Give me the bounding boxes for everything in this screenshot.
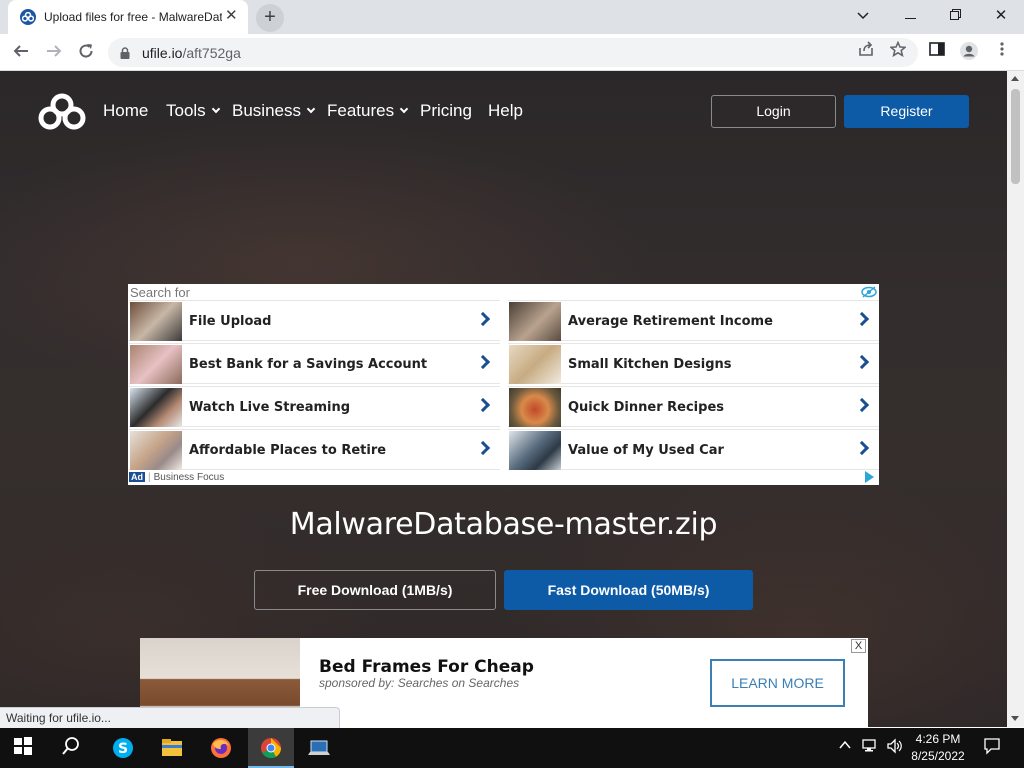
tab-title: Upload files for free - MalwareDatabase	[44, 10, 222, 24]
scroll-down-arrow-icon[interactable]	[1011, 716, 1019, 721]
chevron-right-icon	[854, 311, 870, 327]
ad-close-icon[interactable]: X	[851, 639, 866, 653]
chevron-right-icon	[475, 440, 491, 456]
ad-tag: Ad	[129, 472, 145, 482]
ad-search-for-label: Search for	[130, 285, 190, 300]
share-icon[interactable]	[855, 41, 877, 63]
firefox-icon[interactable]	[209, 736, 233, 760]
ad-thumbnail	[130, 388, 182, 427]
ad-thumbnail	[509, 388, 561, 427]
chevron-right-icon	[854, 397, 870, 413]
address-bar[interactable]: ufile.io/aft752ga	[108, 38, 918, 67]
tab-close-icon[interactable]: ✕	[225, 8, 238, 24]
site-favicon-icon	[20, 9, 36, 25]
ad-thumbnail	[509, 302, 561, 341]
browser-titlebar: Upload files for free - MalwareDatabase …	[0, 0, 1024, 34]
status-bubble: Waiting for ufile.io...	[0, 707, 340, 728]
nav-pricing[interactable]: Pricing	[420, 101, 472, 121]
ad-footer: Ad | Business Focus	[129, 472, 225, 483]
free-download-button[interactable]: Free Download (1MB/s)	[254, 570, 496, 610]
windows-taskbar: S 4:26 PM 8/25/2022	[0, 728, 1024, 768]
restore-button[interactable]	[942, 5, 968, 27]
ad-play-icon[interactable]	[865, 471, 874, 483]
show-hidden-icons-chevron-icon[interactable]	[838, 738, 862, 762]
chevron-right-icon	[854, 440, 870, 456]
page-scrollbar[interactable]	[1007, 71, 1024, 727]
volume-icon[interactable]	[886, 738, 910, 762]
file-explorer-icon[interactable]	[160, 736, 184, 760]
reload-icon[interactable]	[74, 41, 98, 65]
nav-features[interactable]: Features	[327, 101, 409, 121]
search-ad-block: Search for File Upload Average Retiremen…	[128, 284, 879, 485]
ad-link-item[interactable]: Quick Dinner Recipes	[508, 386, 879, 427]
ad-thumbnail	[130, 302, 182, 341]
ad-link-item[interactable]: Small Kitchen Designs	[508, 343, 879, 384]
chevron-down-icon	[399, 104, 409, 114]
chrome-icon[interactable]	[259, 736, 283, 760]
chevron-right-icon	[475, 397, 491, 413]
new-tab-button[interactable]: +	[256, 4, 284, 32]
ad-sponsor: sponsored by: Searches on Searches	[319, 676, 520, 690]
ad-link-item[interactable]: Average Retirement Income	[508, 300, 879, 341]
chevron-right-icon	[854, 354, 870, 370]
ad-link-item[interactable]: Best Bank for a Savings Account	[129, 343, 500, 384]
minimize-button[interactable]	[897, 5, 923, 27]
laptop-app-icon[interactable]	[307, 736, 331, 760]
network-icon[interactable]	[862, 738, 886, 762]
ad-headline[interactable]: Bed Frames For Cheap	[319, 657, 534, 677]
ad-thumbnail	[130, 431, 182, 470]
url-text: ufile.io/aft752ga	[142, 45, 241, 61]
window-close-button[interactable]: ✕	[988, 5, 1014, 27]
ad-advertiser[interactable]: Business Focus	[154, 472, 225, 483]
site-logo-icon[interactable]	[38, 93, 86, 131]
bookmark-star-icon[interactable]	[887, 40, 909, 63]
learn-more-button[interactable]: LEARN MORE	[710, 659, 845, 707]
ad-link-item[interactable]: File Upload	[129, 300, 500, 341]
side-panel-icon[interactable]	[926, 41, 948, 63]
login-button[interactable]: Login	[711, 95, 836, 128]
ad-link-item[interactable]: Value of My Used Car	[508, 429, 879, 470]
clock-time[interactable]: 4:26 PM	[913, 732, 963, 746]
search-icon[interactable]	[61, 736, 85, 760]
tab-search-chevron-icon[interactable]	[850, 5, 876, 27]
scroll-up-arrow-icon[interactable]	[1011, 76, 1019, 81]
forward-arrow-icon[interactable]	[42, 41, 66, 65]
fast-download-button[interactable]: Fast Download (50MB/s)	[504, 570, 753, 610]
chevron-down-icon	[211, 104, 220, 114]
chevron-right-icon	[475, 354, 491, 370]
file-name-heading: MalwareDatabase-master.zip	[289, 507, 718, 542]
page-viewport: Home Tools Business Features Pricing Hel…	[0, 71, 1007, 727]
notification-icon[interactable]	[983, 737, 1007, 761]
browser-toolbar: ufile.io/aft752ga	[0, 34, 1024, 71]
ad-link-item[interactable]: Affordable Places to Retire	[129, 429, 500, 470]
chevron-down-icon	[306, 104, 316, 114]
chevron-right-icon	[475, 311, 491, 327]
skype-icon[interactable]: S	[111, 736, 135, 760]
ad-thumbnail	[509, 345, 561, 384]
lock-icon[interactable]	[120, 46, 130, 64]
nav-home[interactable]: Home	[103, 101, 148, 121]
ad-link-item[interactable]: Watch Live Streaming	[129, 386, 500, 427]
svg-text:S: S	[118, 741, 128, 757]
nav-business[interactable]: Business	[232, 101, 316, 121]
browser-menu-icon[interactable]	[991, 41, 1013, 63]
scrollbar-thumb[interactable]	[1011, 89, 1020, 184]
clock-date[interactable]: 8/25/2022	[908, 749, 968, 763]
windows-start-icon[interactable]	[13, 736, 37, 760]
ad-thumbnail	[509, 431, 561, 470]
nav-help[interactable]: Help	[488, 101, 523, 121]
register-button[interactable]: Register	[844, 95, 969, 128]
browser-tab[interactable]: Upload files for free - MalwareDatabase …	[8, 0, 248, 34]
nav-tools[interactable]: Tools	[166, 101, 220, 121]
ad-thumbnail	[130, 345, 182, 384]
profile-avatar-icon[interactable]	[958, 41, 980, 63]
back-arrow-icon[interactable]	[9, 41, 33, 65]
